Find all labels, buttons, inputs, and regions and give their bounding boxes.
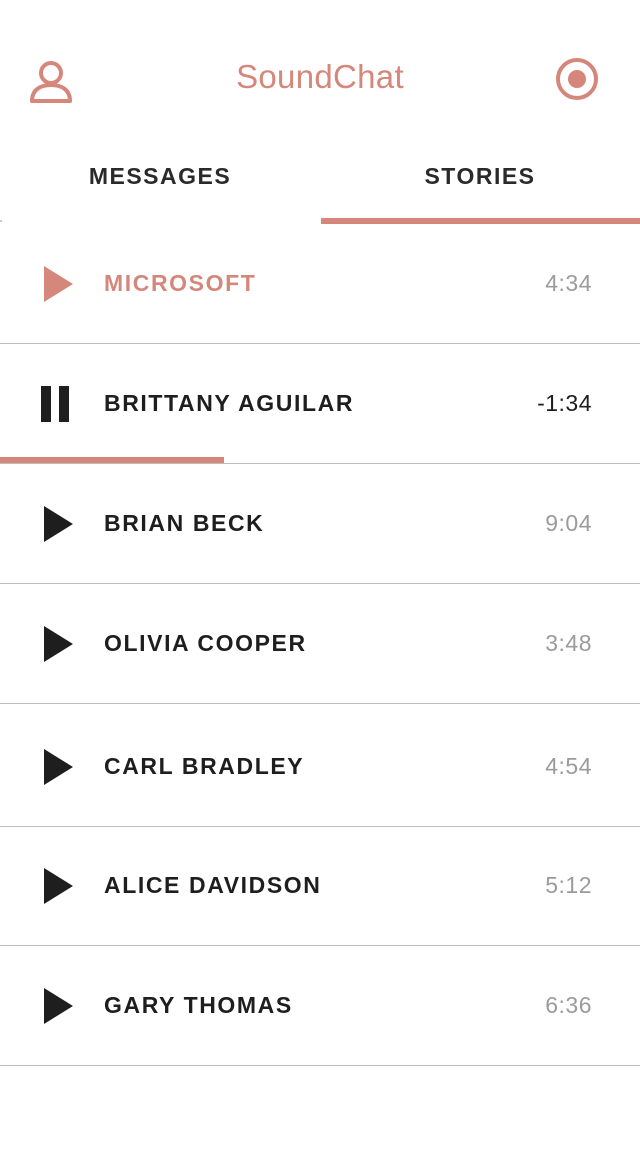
playback-progress-bar[interactable] [0, 457, 224, 463]
story-row[interactable]: OLIVIA COOPER 3:48 [0, 584, 640, 704]
app-title: SoundChat [236, 58, 404, 95]
story-duration: 3:48 [545, 630, 592, 656]
story-row[interactable]: ALICE DAVIDSON 5:12 [0, 827, 640, 946]
play-button[interactable] [40, 264, 76, 304]
record-icon [556, 58, 598, 100]
tab-stories[interactable]: STORIES [320, 150, 640, 220]
story-duration: 5:12 [545, 872, 592, 898]
play-icon [44, 749, 73, 785]
story-name: MICROSOFT [104, 270, 257, 296]
record-button[interactable] [555, 57, 599, 101]
story-duration: -1:34 [537, 390, 592, 416]
tab-messages[interactable]: MESSAGES [0, 150, 320, 220]
pause-icon [41, 386, 69, 422]
story-row[interactable]: CARL BRADLEY 4:54 [0, 704, 640, 827]
play-icon [44, 506, 73, 542]
story-row[interactable]: MICROSOFT 4:34 [0, 224, 640, 344]
play-icon [44, 868, 73, 904]
story-duration: 9:04 [545, 510, 592, 536]
story-duration: 6:36 [545, 992, 592, 1018]
story-name: BRIAN BECK [104, 510, 265, 536]
play-button[interactable] [40, 986, 76, 1026]
story-name: ALICE DAVIDSON [104, 872, 322, 898]
tab-bar: MESSAGES STORIES [0, 150, 640, 224]
story-row[interactable]: BRITTANY AGUILAR -1:34 [0, 344, 640, 464]
pause-button[interactable] [40, 384, 76, 424]
story-name: OLIVIA COOPER [104, 630, 307, 656]
play-button[interactable] [40, 747, 76, 787]
tab-divider [0, 220, 2, 222]
story-duration: 4:54 [545, 753, 592, 779]
play-icon [44, 266, 73, 302]
story-name: CARL BRADLEY [104, 753, 305, 779]
story-name: GARY THOMAS [104, 992, 293, 1018]
story-row[interactable]: BRIAN BECK 9:04 [0, 464, 640, 584]
play-button[interactable] [40, 504, 76, 544]
story-name: BRITTANY AGUILAR [104, 390, 355, 416]
play-icon [44, 988, 73, 1024]
play-icon [44, 626, 73, 662]
play-button[interactable] [40, 624, 76, 664]
app-header: SoundChat [0, 0, 640, 150]
story-row[interactable]: GARY THOMAS 6:36 [0, 946, 640, 1066]
story-duration: 4:34 [545, 270, 592, 296]
play-button[interactable] [40, 866, 76, 906]
